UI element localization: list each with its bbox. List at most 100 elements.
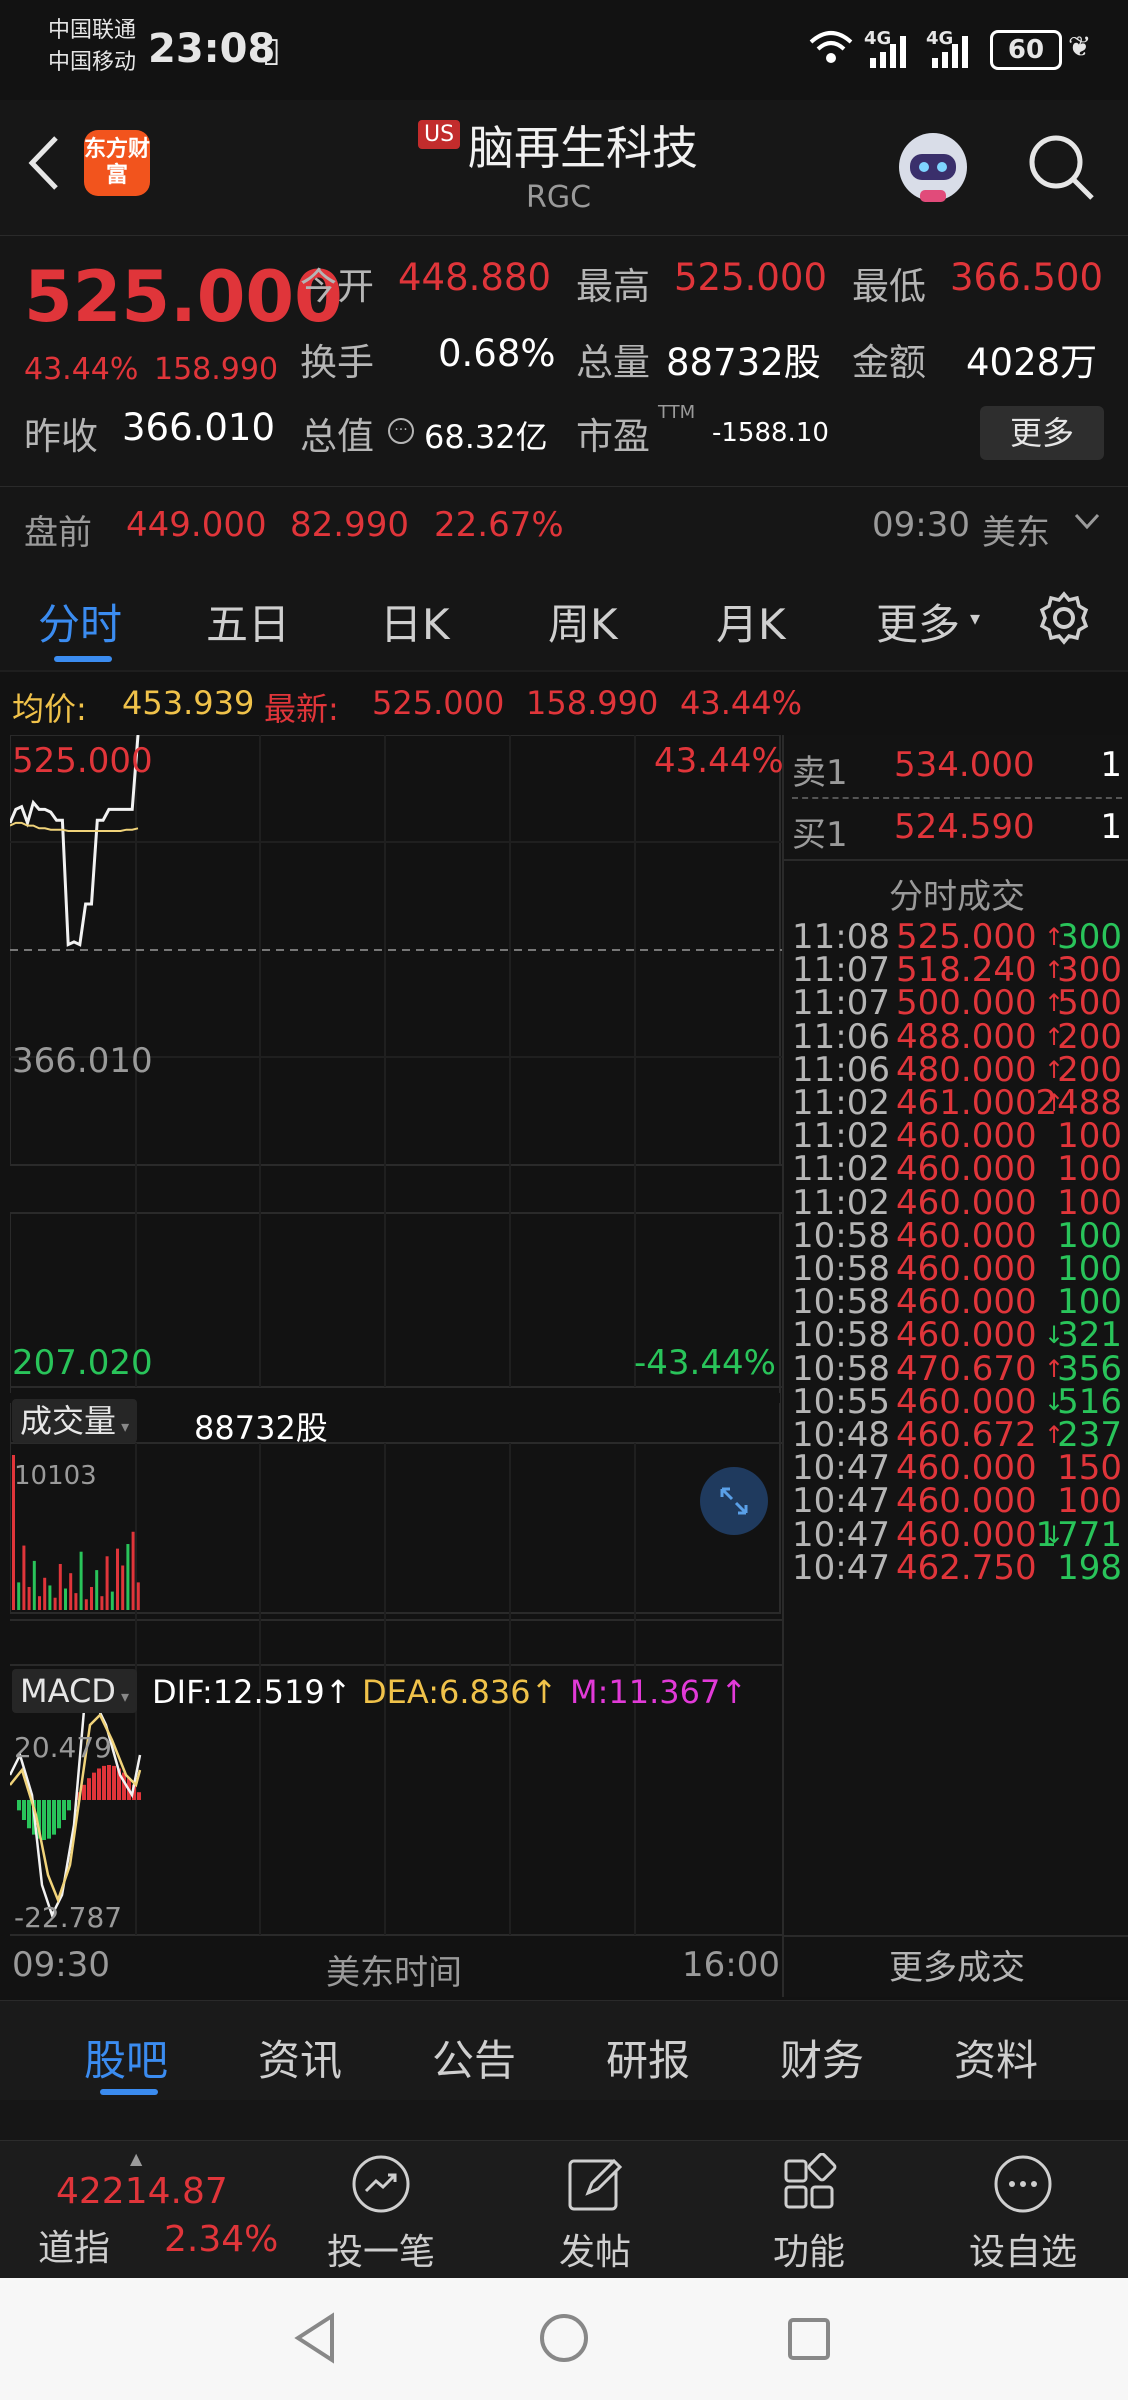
low-label: 最低 xyxy=(852,265,926,308)
back-button[interactable] xyxy=(20,130,66,200)
tab-research[interactable]: 研报 xyxy=(606,2027,690,2088)
volume-bar xyxy=(53,1597,57,1610)
trade-time: 10:47 xyxy=(792,1547,890,1588)
macd-bar xyxy=(27,1800,31,1829)
tab-news[interactable]: 资讯 xyxy=(258,2027,342,2088)
avg-label: 均价: xyxy=(12,690,87,728)
tab-forum[interactable]: 股吧 xyxy=(84,2027,168,2088)
nav-home-icon[interactable] xyxy=(538,2312,590,2368)
trade-price: 462.750 xyxy=(896,1547,1037,1588)
time-axis-end: 16:00 xyxy=(682,1945,780,1985)
index-name[interactable]: 道指 xyxy=(38,2219,110,2271)
volume-axis-max: 10103 xyxy=(14,1461,97,1491)
premarket-change: 82.990 xyxy=(290,505,409,545)
macd-bar xyxy=(52,1800,56,1835)
change-pct: 43.44% xyxy=(24,352,139,387)
volume-bar xyxy=(116,1548,119,1610)
avg-value: 453.939 xyxy=(122,684,255,722)
vibrate-icon: ▯ xyxy=(262,30,281,70)
nav-back-icon[interactable] xyxy=(290,2310,340,2370)
macd-m: M:11.367↑ xyxy=(570,1673,748,1711)
search-icon[interactable] xyxy=(1026,132,1096,206)
post-button[interactable]: 发帖 xyxy=(530,2153,660,2275)
chevron-down-icon[interactable] xyxy=(1070,503,1104,546)
volume-bar xyxy=(79,1551,83,1610)
amount-value: 4028万 xyxy=(966,341,1098,384)
volume-indicator-select[interactable]: 成交量 ▾ xyxy=(12,1399,138,1443)
battery-icon: 60 xyxy=(990,30,1062,70)
macd-dif-value: DIF:12.519 xyxy=(152,1673,325,1711)
mktcap-value: 68.32亿 xyxy=(424,418,548,456)
low-value: 366.500 xyxy=(950,256,1104,299)
index-value[interactable]: 42214.87 xyxy=(56,2171,228,2212)
volume-bar xyxy=(32,1560,36,1610)
info-dots-icon[interactable]: ··· xyxy=(388,418,414,444)
current-price: 525.000 xyxy=(24,256,343,338)
volume-bar xyxy=(95,1570,99,1610)
pe-value: -1588.10 xyxy=(712,418,829,448)
tab-intraday[interactable]: 分时 xyxy=(38,591,122,652)
order-panel: 卖1 534.000 1 买1 524.590 1 分时成交 11:08 525.… xyxy=(782,735,1128,1997)
tab-profile[interactable]: 资料 xyxy=(954,2027,1038,2088)
add-watchlist-button[interactable]: 设自选 xyxy=(958,2153,1088,2275)
tab-monthly-k[interactable]: 月K xyxy=(716,591,786,652)
price-axis-bottom: 207.020 xyxy=(12,1343,153,1383)
market-badge-label: US xyxy=(418,120,461,149)
tab-weekly-k[interactable]: 周K xyxy=(548,591,618,652)
mktcap-label: 总值 xyxy=(300,415,374,458)
premarket-label: 盘前 xyxy=(24,513,92,553)
macd-bar xyxy=(137,1792,141,1800)
tab-daily-k[interactable]: 日K xyxy=(380,591,450,652)
active-tab-indicator xyxy=(54,656,112,662)
post-label: 发帖 xyxy=(558,2232,631,2273)
premarket-region[interactable]: 美东 xyxy=(982,505,1050,554)
volume-total: 88732股 xyxy=(194,1409,328,1447)
volume-bar xyxy=(84,1599,88,1610)
stock-name: 脑再生科技 xyxy=(468,121,698,175)
macd-axis-top: 20.479 xyxy=(14,1731,112,1764)
latest-change: 158.990 xyxy=(526,684,659,722)
latest-value: 525.000 xyxy=(372,684,505,722)
app-logo[interactable]: 东方财富 xyxy=(84,130,150,196)
ask-label: 卖1 xyxy=(792,753,848,793)
expand-icon[interactable] xyxy=(700,1467,768,1535)
volume-bar xyxy=(110,1591,114,1610)
macd-bar xyxy=(97,1768,101,1800)
volume-bar xyxy=(126,1544,130,1610)
bid-label: 买1 xyxy=(792,815,848,855)
latest-label: 最新: xyxy=(264,690,339,728)
change-amt: 158.990 xyxy=(154,352,279,387)
tab-5day[interactable]: 五日 xyxy=(206,591,290,652)
premarket-time: 09:30 xyxy=(872,505,970,545)
nav-recents-icon[interactable] xyxy=(786,2316,832,2366)
volume-bar xyxy=(22,1545,26,1610)
tab-more[interactable]: 更多 xyxy=(876,591,960,652)
intraday-chart[interactable]: 525.000 43.44% 366.010 207.020 -43.44% 成… xyxy=(8,734,784,1997)
functions-button[interactable]: 功能 xyxy=(744,2152,874,2275)
add-watchlist-label: 设自选 xyxy=(968,2232,1077,2273)
macd-indicator-label: MACD xyxy=(20,1672,116,1710)
robot-assistant-icon[interactable] xyxy=(890,124,976,210)
index-pct[interactable]: 2.34% xyxy=(164,2219,278,2260)
turnover-value: 0.68% xyxy=(438,332,556,375)
macd-bar xyxy=(47,1800,51,1839)
macd-indicator-select[interactable]: MACD ▾ xyxy=(12,1669,138,1713)
leaf-icon: ❦ xyxy=(1068,30,1092,63)
bid-qty: 1 xyxy=(1100,807,1122,847)
trade-row: 10:47 462.750 198 xyxy=(792,1548,1122,1598)
volume-value: 88732股 xyxy=(666,341,821,384)
chart-info-row: 均价: 453.939 最新: 525.000 158.990 43.44% xyxy=(0,672,1128,734)
volume-bar xyxy=(105,1556,109,1610)
macd-bar xyxy=(82,1784,86,1800)
gear-icon[interactable] xyxy=(1036,590,1092,650)
bet-button[interactable]: 投一笔 xyxy=(316,2153,446,2275)
pct-axis-top: 43.44% xyxy=(654,741,784,781)
premarket-price: 449.000 xyxy=(126,505,267,545)
tab-announcements[interactable]: 公告 xyxy=(432,2027,516,2088)
tab-finance[interactable]: 财务 xyxy=(780,2027,864,2088)
more-quote-button[interactable]: 更多 xyxy=(980,406,1104,460)
more-trades-button[interactable]: 更多成交 xyxy=(784,1935,1128,1999)
content-area-peek xyxy=(0,2100,1128,2140)
grid-icon xyxy=(784,2152,837,2209)
more-caret-icon[interactable]: ▾ xyxy=(970,606,980,630)
